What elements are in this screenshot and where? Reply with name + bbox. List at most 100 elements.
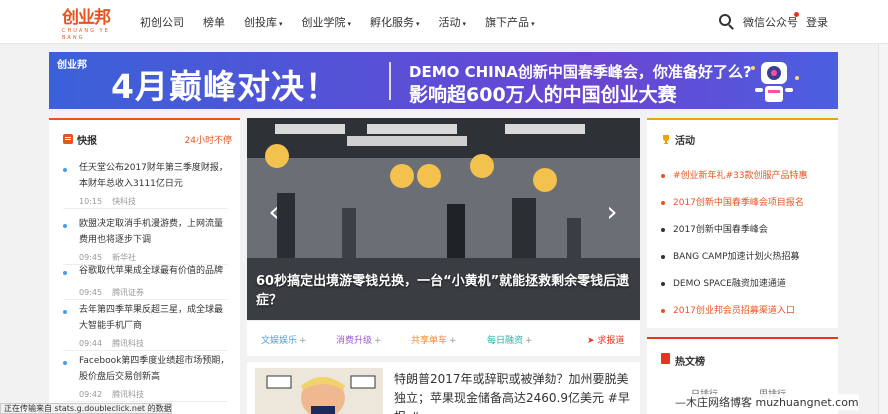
category-tab-2[interactable]: 共享单车 + [411,333,457,346]
divider [63,208,228,209]
banner-headline: 4月巅峰对决！ [111,67,339,106]
news-icon [63,134,73,144]
news-source: 腾讯证券 [112,288,145,297]
news-time: 09:45 [79,288,103,297]
activity-item[interactable]: 2017创业邦会员招募渠道入口 [661,303,795,316]
news-time: 10:15 [79,197,103,206]
article-title[interactable]: 特朗普2017年或辞职或被弹劾？加州要脱美独立；苹果现金储备高达2460.9亿美… [394,370,634,414]
caret-down-icon: ▾ [416,20,420,28]
news-source: 新华社 [112,253,137,262]
news-source: 腾讯科技 [112,390,145,399]
nav-item-0[interactable]: 初创公司 [140,14,184,30]
caret-down-icon: ▾ [531,20,535,28]
article-card[interactable]: 特朗普2017年或辞职或被弹劾？加州要脱美独立；苹果现金储备高达2460.9亿美… [247,362,640,414]
article-thumbnail [255,368,383,414]
nav-item-3[interactable]: 创业学院 ▾ [302,14,352,30]
plus-icon: + [299,336,307,346]
nav-item-2[interactable]: 创投库 ▾ [244,14,283,30]
promo-banner[interactable]: 创业邦 4月巅峰对决！ DEMO CHINA创新中国春季峰会，你准备好了么? 影… [49,52,838,109]
bullet-icon [661,281,665,286]
nav-item-label: 创投库 [244,16,277,29]
caret-down-icon: ▾ [347,20,352,28]
nav-item-label: 初创公司 [140,16,184,29]
bullet-icon [63,361,67,365]
bullet-icon [63,224,67,228]
logo-text: 创业邦 [62,8,111,28]
slider-prev-button[interactable]: ‹ [265,194,283,230]
nav-item-6[interactable]: 旗下产品 ▾ [485,14,535,30]
main-nav: 初创公司 榜单 创投库 ▾ 创业学院 ▾ 孵化服务 ▾ 活动 ▾ 旗下产品 ▾ [140,0,554,44]
hot-articles-title: 热文榜 [675,357,705,368]
bullet-icon [63,310,67,314]
activity-label: DEMO SPACE融资加速通道 [673,279,786,289]
activity-item[interactable]: BANG CAMP加速计划火热招募 [661,249,800,262]
page-scrollbar[interactable] [878,44,888,414]
category-tab-label: 消费升级 [336,336,373,346]
plus-icon: + [525,336,533,346]
category-tab-label: 每日融资 [487,336,524,346]
plus-icon: + [374,336,382,346]
activity-label: 2017创业邦会员招募渠道入口 [673,306,795,316]
category-tab-label: 共享单车 [411,336,448,346]
news-time: 09:44 [79,339,103,348]
category-tab-3[interactable]: 每日融资 + [487,333,533,346]
news-title[interactable]: 谷歌取代苹果成全球最有价值的品牌 [79,263,231,279]
flash-news-more[interactable]: 24小时不停 [185,133,232,146]
nav-item-label: 创业学院 [301,16,346,29]
slider-caption[interactable]: 60秒搞定出境游零钱兑换，一台“小黄机”就能拯救剩余零钱后遗症？ [256,272,636,310]
robot-mascot-icon [751,62,799,102]
news-meta: 10:15 快科技 [79,196,136,207]
notification-dot [794,12,799,17]
featured-slider[interactable]: ‹ › 60秒搞定出境游零钱兑换，一台“小黄机”就能拯救剩余零钱后遗症？ [247,118,640,320]
site-logo[interactable]: 创业邦 CHUANG YE BANG [62,8,111,41]
activity-panel: 活动 #创业新年礼#33款创服产品特惠 2017创新中国春季峰会项目报名 2017创… [647,118,838,328]
report-request-link[interactable]: ➤ 求报道 [587,333,624,346]
news-meta: 09:45 腾讯证券 [79,287,144,298]
activity-label: 2017创新中国春季峰会 [673,225,768,235]
news-title[interactable]: 欧盟决定取消手机漫游费，上网流量费用也将逐步下调 [79,216,231,248]
banner-line-1: DEMO CHINA创新中国春季峰会，你准备好了么? [409,63,752,81]
flash-news-title: 快报 [77,136,97,147]
news-time: 09:42 [79,390,103,399]
wechat-link[interactable]: 微信公众号 [743,14,798,30]
activity-item[interactable]: 2017创新中国春季峰会 [661,222,768,235]
news-title[interactable]: 任天堂公布2017财年第三季度财报，本财年总收入3111亿日元 [79,160,231,192]
slider-next-button[interactable]: › [603,194,621,230]
activity-item[interactable]: DEMO SPACE融资加速通道 [661,276,786,289]
news-meta: 09:45 新华社 [79,252,136,263]
caret-down-icon: ▾ [279,20,283,28]
bullet-icon [661,308,665,313]
login-link[interactable]: 登录 [806,14,828,30]
bullet-icon [661,227,665,232]
nav-item-4[interactable]: 孵化服务 ▾ [370,14,420,30]
news-title[interactable]: 去年第四季苹果反超三星，成全球最大智能手机厂商 [79,302,231,334]
category-tabs: ➤ 求报道 文娱娱乐 + 消费升级 + 共享单车 + 每日融资 + [247,320,640,356]
bookmark-icon [661,353,670,364]
trophy-icon [663,135,669,144]
nav-item-1[interactable]: 榜单 [203,14,225,30]
nav-item-5[interactable]: 活动 ▾ [439,14,467,30]
divider [63,401,228,402]
banner-divider [389,62,391,100]
bullet-icon [661,200,665,205]
nav-item-label: 孵化服务 [370,16,415,29]
nav-item-label: 活动 [438,16,461,29]
bullet-icon [63,168,67,172]
bullet-icon [661,254,665,259]
category-tab-0[interactable]: 文娱娱乐 + [261,333,307,346]
site-header: 创业邦 CHUANG YE BANG 初创公司 榜单 创投库 ▾ 创业学院 ▾ 孵化服务 ▾ 活… [0,0,888,44]
activity-item[interactable]: #创业新年礼#33款创服产品特惠 [661,168,808,181]
news-time: 09:45 [79,253,103,262]
category-tab-label: 文娱娱乐 [261,336,298,346]
activity-title: 活动 [675,136,695,147]
news-source: 快科技 [112,197,137,206]
divider [63,350,228,351]
bullet-icon [63,271,67,275]
news-source: 腾讯科技 [112,339,145,348]
news-title[interactable]: Facebook第四季度业绩超市场预期，股价盘后交易创新高 [79,353,231,385]
activity-item[interactable]: 2017创新中国春季峰会项目报名 [661,195,804,208]
divider [63,299,228,300]
news-meta: 09:42 腾讯科技 [79,389,144,400]
category-tab-1[interactable]: 消费升级 + [336,333,382,346]
search-icon[interactable] [719,14,731,26]
